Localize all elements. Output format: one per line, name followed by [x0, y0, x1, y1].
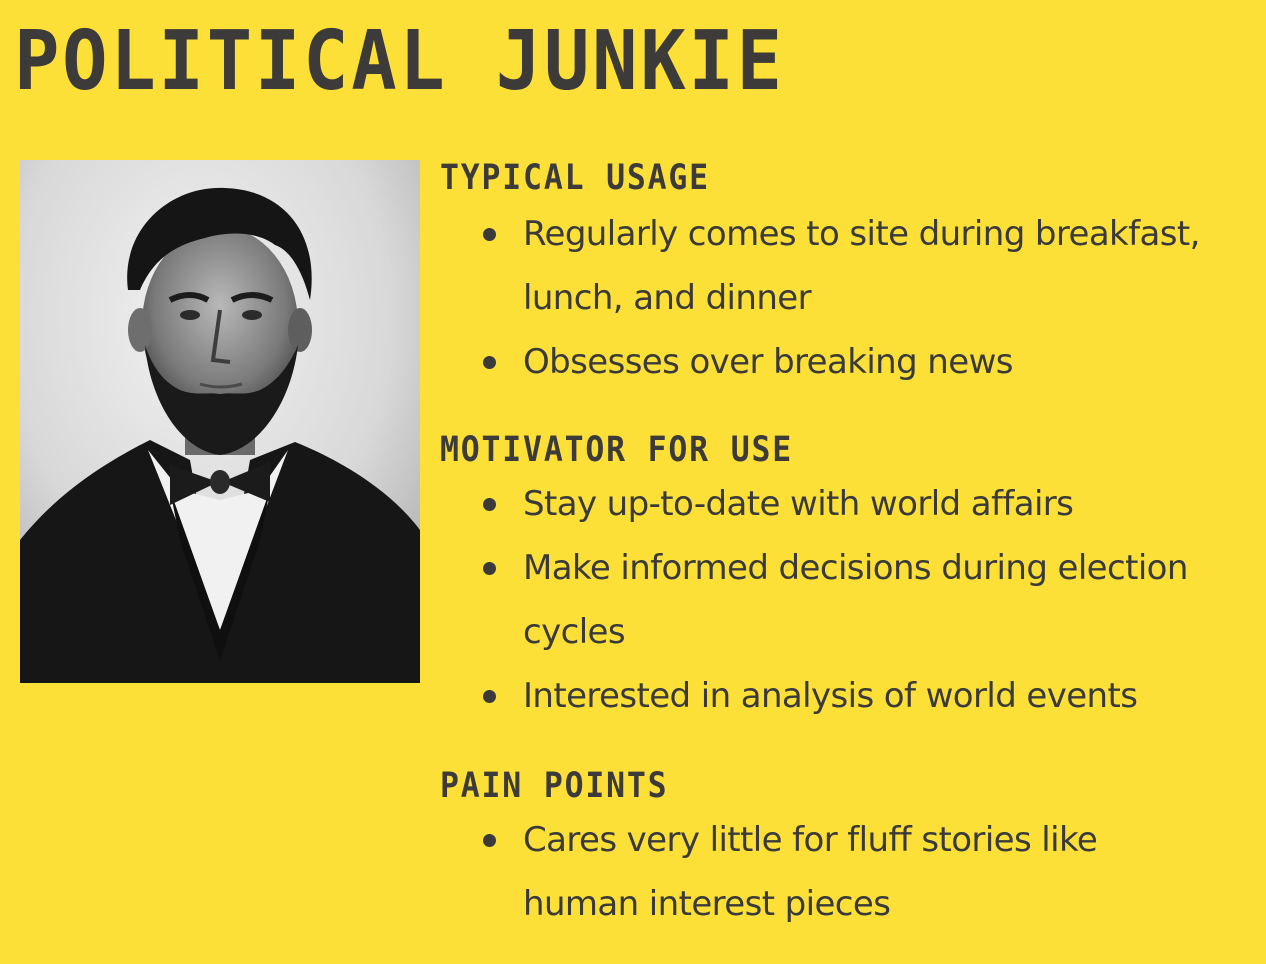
portrait-photo: [20, 160, 420, 683]
pain-points-list: Cares very little for fluff stories like…: [480, 808, 1240, 936]
typical-usage-list: Regularly comes to site during breakfast…: [480, 202, 1240, 394]
list-item: Obsesses over breaking news: [480, 330, 1240, 394]
bullet-icon: [483, 356, 496, 369]
list-item: Regularly comes to site during breakfast…: [480, 202, 1240, 330]
list-item: Make informed decisions during election …: [480, 536, 1240, 664]
bullet-icon: [483, 228, 496, 241]
section-heading-typical-usage: TYPICAL USAGE: [440, 158, 710, 198]
portrait-image: [20, 160, 420, 683]
list-item: Stay up-to-date with world affairs: [480, 472, 1240, 536]
list-item: Interested in analysis of world events: [480, 664, 1240, 728]
motivator-list: Stay up-to-date with world affairs Make …: [480, 472, 1240, 728]
bullet-icon: [483, 690, 496, 703]
bullet-icon: [483, 498, 496, 511]
page-title: POLITICAL JUNKIE: [14, 14, 785, 109]
bullet-icon: [483, 834, 496, 847]
bullet-icon: [483, 562, 496, 575]
section-heading-pain-points: PAIN POINTS: [440, 766, 669, 806]
section-heading-motivator-for-use: MOTIVATOR FOR USE: [440, 430, 794, 470]
list-item: Cares very little for fluff stories like…: [480, 808, 1240, 936]
